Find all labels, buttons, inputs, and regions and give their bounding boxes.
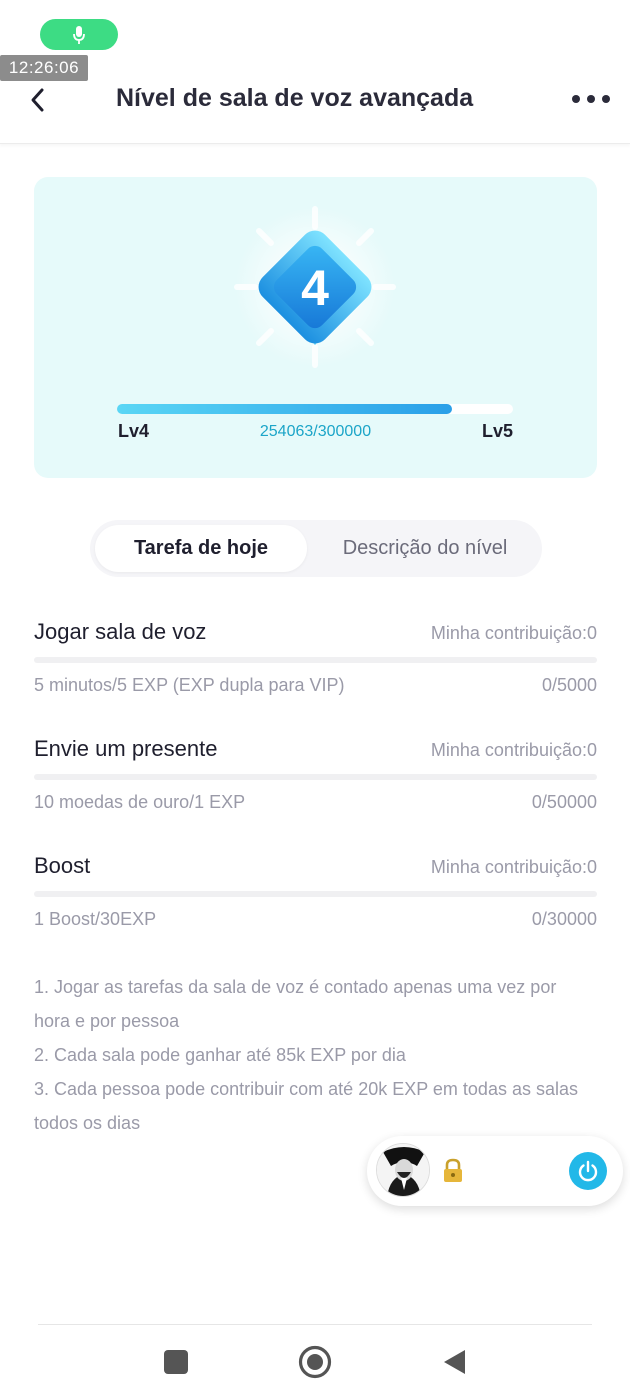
circle-icon <box>298 1345 332 1379</box>
floating-room-widget[interactable] <box>367 1136 623 1206</box>
chevron-left-icon <box>31 88 44 112</box>
task-progress-bar <box>34 657 597 663</box>
task-title: Boost <box>34 853 91 878</box>
task-description: 5 minutos/5 EXP (EXP dupla para VIP) <box>34 675 345 695</box>
level-card: 4 Lv4 254063/300000 Lv5 <box>34 177 597 478</box>
note-line: 2. Cada sala pode ganhar até 85k EXP por… <box>34 1045 406 1065</box>
level-progress-bar <box>117 404 513 414</box>
power-icon <box>578 1160 598 1182</box>
next-level-label: Lv5 <box>481 421 513 441</box>
tab-today-tasks[interactable]: Tarefa de hoje <box>95 525 307 572</box>
level-badge: 4 <box>233 205 397 369</box>
rules-notes: 1. Jogar as tarefas da sala de voz é con… <box>34 970 597 1140</box>
task-progress-bar <box>34 891 597 897</box>
task-contribution: Minha contribuição:0 <box>430 857 597 877</box>
task-item: Jogar sala de voz Minha contribuição:0 5… <box>34 619 597 719</box>
level-number: 4 <box>301 260 329 316</box>
square-icon <box>164 1350 188 1374</box>
level-progress-fill <box>117 404 452 414</box>
tab-level-description[interactable]: Descrição do nível <box>312 525 538 572</box>
task-contribution: Minha contribuição:0 <box>430 740 597 760</box>
task-title: Envie um presente <box>34 736 218 761</box>
task-contribution: Minha contribuição:0 <box>430 623 597 643</box>
nav-divider <box>38 1324 592 1325</box>
mic-indicator <box>40 19 118 50</box>
task-progress-value: 0/50000 <box>531 792 597 812</box>
avatar[interactable] <box>376 1143 430 1197</box>
task-progress-bar <box>34 774 597 780</box>
more-dots-icon <box>572 95 610 103</box>
note-line: 1. Jogar as tarefas da sala de voz é con… <box>34 977 557 1031</box>
microphone-icon <box>73 25 85 44</box>
page-title: Nível de sala de voz avançada <box>116 84 474 112</box>
app-header: Nível de sala de voz avançada <box>0 70 630 144</box>
nav-back-button[interactable] <box>436 1344 472 1380</box>
task-description: 1 Boost/30EXP <box>34 909 157 929</box>
task-progress-value: 0/30000 <box>531 909 597 929</box>
task-progress-value: 0/5000 <box>541 675 597 695</box>
more-button[interactable] <box>568 84 614 114</box>
nav-home-button[interactable] <box>297 1344 333 1380</box>
task-description: 10 moedas de ouro/1 EXP <box>34 792 246 812</box>
task-item: Envie um presente Minha contribuição:0 1… <box>34 736 597 836</box>
note-line: 3. Cada pessoa pode contribuir com até 2… <box>34 1079 578 1133</box>
task-title: Jogar sala de voz <box>34 619 207 644</box>
triangle-back-icon <box>444 1350 465 1374</box>
level-badge-icon: 4 <box>234 206 396 368</box>
power-button[interactable] <box>569 1152 607 1190</box>
back-button[interactable] <box>22 84 54 116</box>
lock-icon <box>441 1158 465 1184</box>
tab-bar: Tarefa de hoje Descrição do nível <box>90 520 542 577</box>
task-item: Boost Minha contribuição:0 1 Boost/30EXP… <box>34 853 597 953</box>
avatar-image <box>377 1144 429 1196</box>
nav-recent-apps-button[interactable] <box>158 1344 194 1380</box>
